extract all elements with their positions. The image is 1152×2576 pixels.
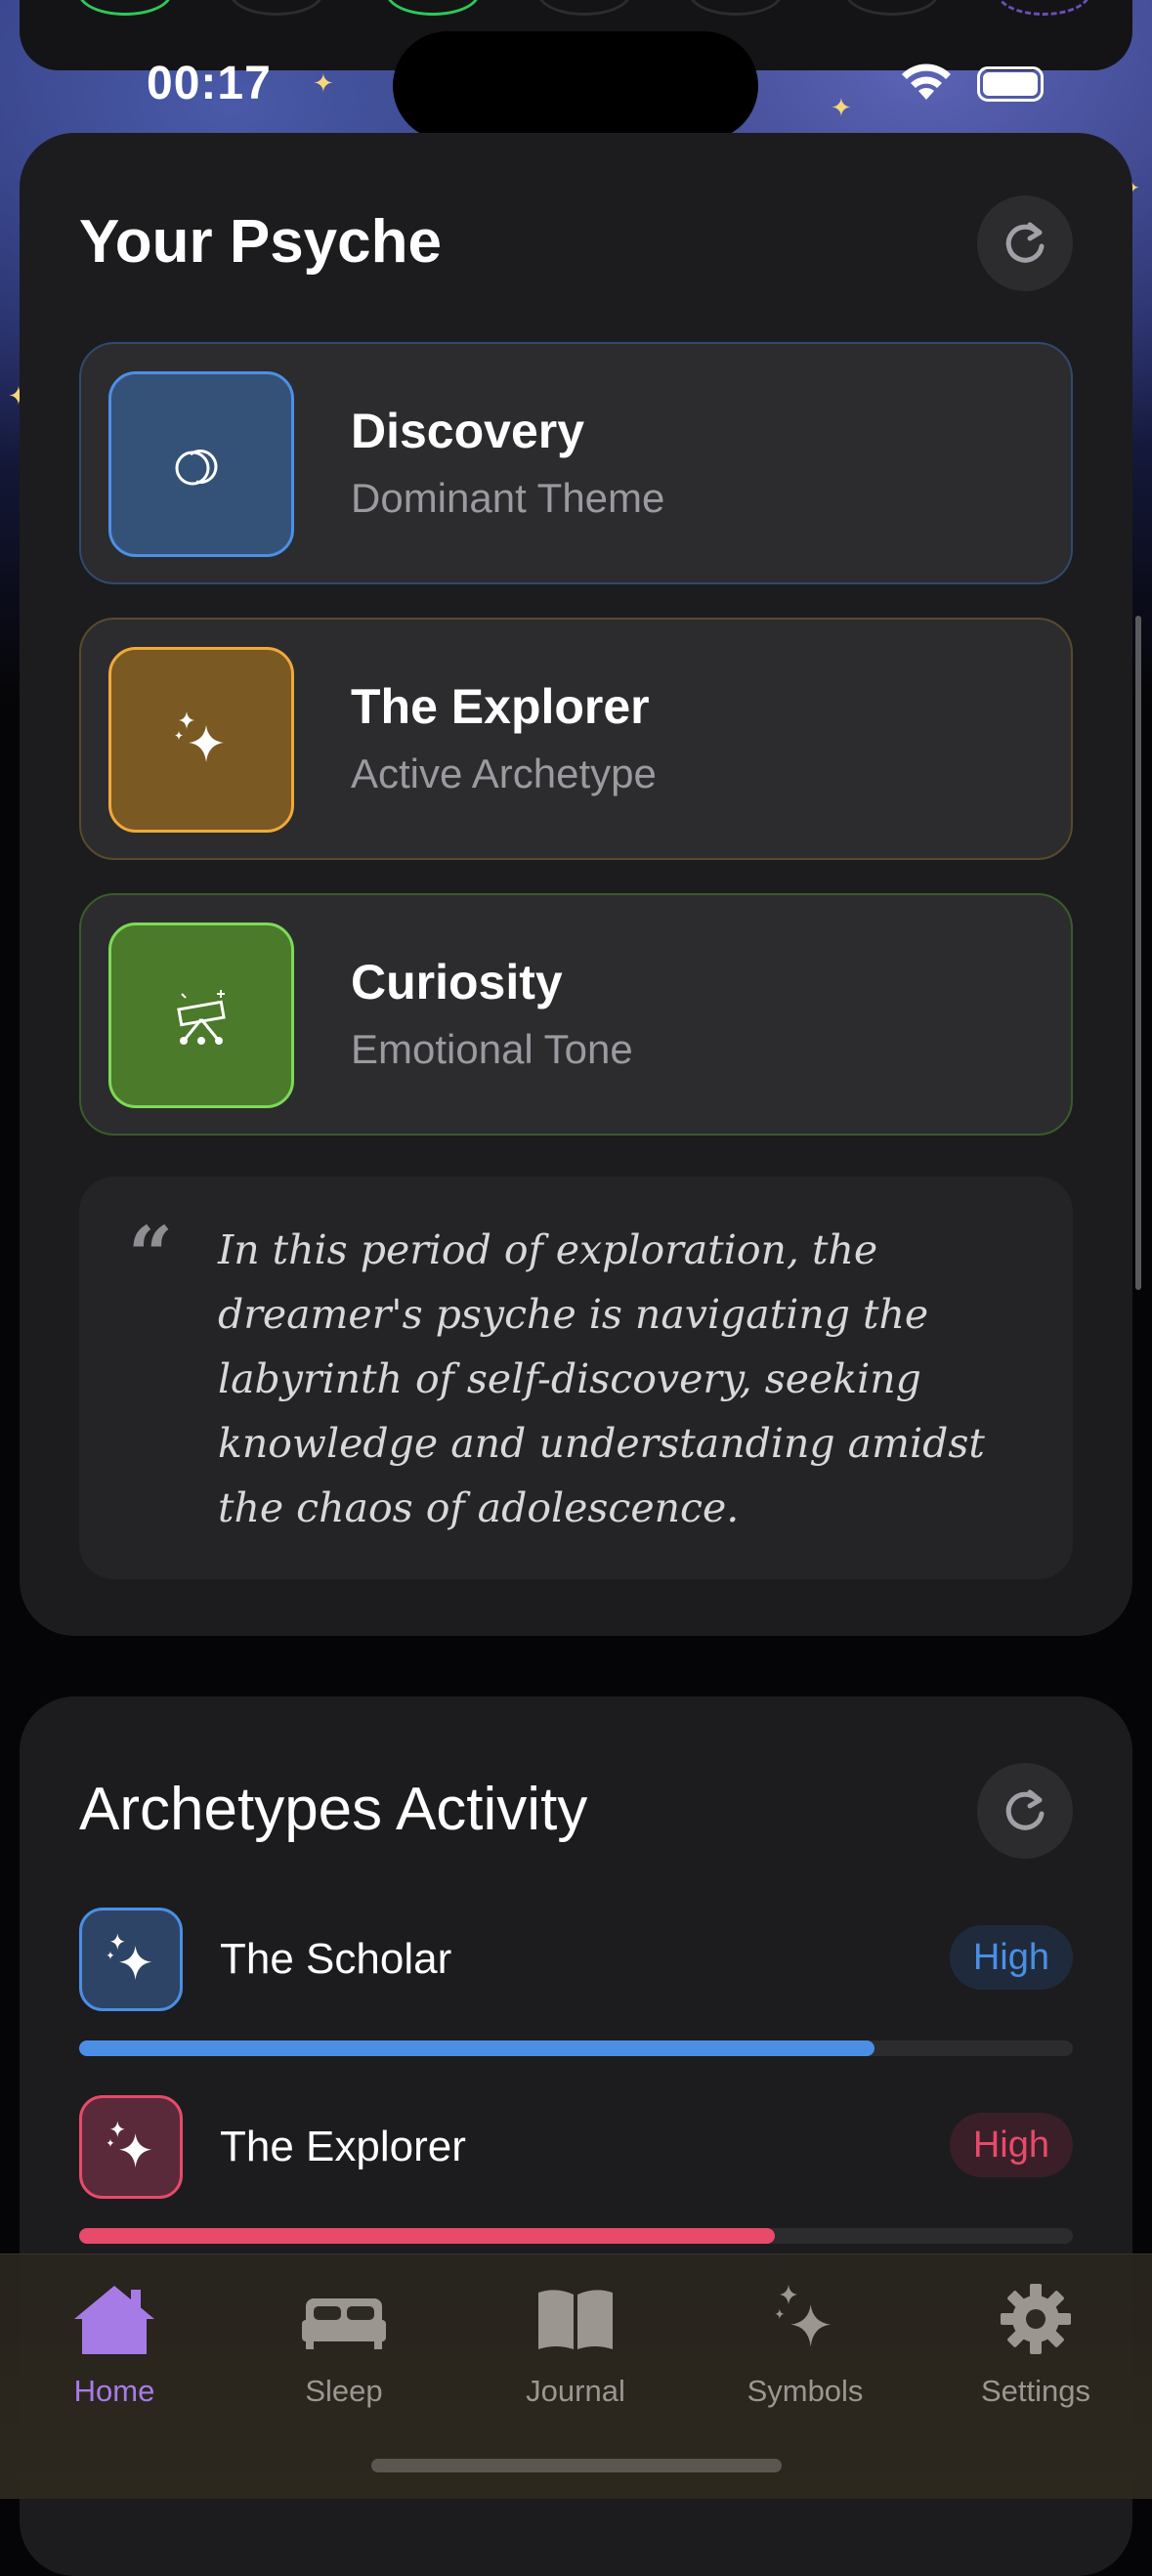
archetypes-refresh-button[interactable] xyxy=(977,1763,1073,1859)
theme-label: Curiosity xyxy=(351,955,563,1009)
tab-label: Journal xyxy=(526,2374,625,2408)
archetype-name: The Scholar xyxy=(220,1935,452,1983)
dynamic-island xyxy=(393,31,758,141)
scroll-indicator[interactable] xyxy=(1135,616,1141,1290)
tab-settings[interactable]: Settings xyxy=(938,2272,1133,2448)
refresh-icon xyxy=(1005,1789,1045,1830)
psyche-card: Your Psyche Discovery Dominant Theme The… xyxy=(20,133,1132,1636)
theme-sub: Dominant Theme xyxy=(351,475,665,521)
status-bar: 00:17 xyxy=(0,0,1152,141)
active-archetype-row[interactable]: The Explorer Active Archetype xyxy=(79,618,1073,860)
activity-bar-fill xyxy=(79,2040,875,2056)
battery-icon xyxy=(977,66,1044,102)
sparkles-icon xyxy=(79,1908,183,2011)
tab-home[interactable]: Home xyxy=(17,2272,212,2448)
activity-bar xyxy=(79,2040,1073,2056)
house-icon xyxy=(74,2286,154,2354)
tab-label: Symbols xyxy=(747,2374,864,2408)
telescope-icon xyxy=(108,923,294,1108)
tab-journal[interactable]: Journal xyxy=(478,2272,673,2448)
psyche-title: Your Psyche xyxy=(79,208,443,276)
emotional-tone-row[interactable]: Curiosity Emotional Tone xyxy=(79,893,1073,1136)
theme-sub: Active Archetype xyxy=(351,751,657,796)
tab-label: Home xyxy=(73,2374,155,2408)
sparkles-icon xyxy=(108,647,294,833)
psyche-refresh-button[interactable] xyxy=(977,195,1073,291)
gear-icon xyxy=(1001,2284,1071,2354)
level-badge: High xyxy=(949,1925,1073,1990)
sparkles-icon xyxy=(775,2284,832,2347)
dominant-theme-row[interactable]: Discovery Dominant Theme xyxy=(79,342,1073,584)
tab-label: Sleep xyxy=(305,2374,383,2408)
archetypes-title: Archetypes Activity xyxy=(79,1776,588,1843)
archetype-name: The Explorer xyxy=(220,2123,466,2170)
theme-sub: Emotional Tone xyxy=(351,1026,633,1072)
quote-icon: “ xyxy=(128,1209,174,1301)
psyche-quote: “ In this period of exploration, the dre… xyxy=(79,1177,1073,1579)
circles-icon xyxy=(108,371,294,557)
archetype-row-scholar[interactable]: The Scholar High xyxy=(79,1908,1073,2064)
wifi-icon xyxy=(902,64,951,100)
tab-label: Settings xyxy=(980,2374,1090,2408)
activity-bar-fill xyxy=(79,2228,775,2244)
status-time: 00:17 xyxy=(147,58,272,109)
quote-text: In this period of exploration, the dream… xyxy=(218,1226,985,1531)
theme-label: The Explorer xyxy=(351,679,650,734)
bed-icon xyxy=(302,2298,386,2349)
tab-sleep[interactable]: Sleep xyxy=(246,2272,442,2448)
archetype-row-explorer[interactable]: The Explorer High xyxy=(79,2095,1073,2252)
refresh-icon xyxy=(1005,222,1045,263)
home-indicator[interactable] xyxy=(371,2459,782,2472)
level-badge: High xyxy=(949,2113,1073,2177)
activity-bar xyxy=(79,2228,1073,2244)
sparkles-icon xyxy=(79,2095,183,2199)
tab-symbols[interactable]: Symbols xyxy=(707,2272,903,2448)
book-icon xyxy=(538,2290,613,2349)
theme-label: Discovery xyxy=(351,404,585,458)
